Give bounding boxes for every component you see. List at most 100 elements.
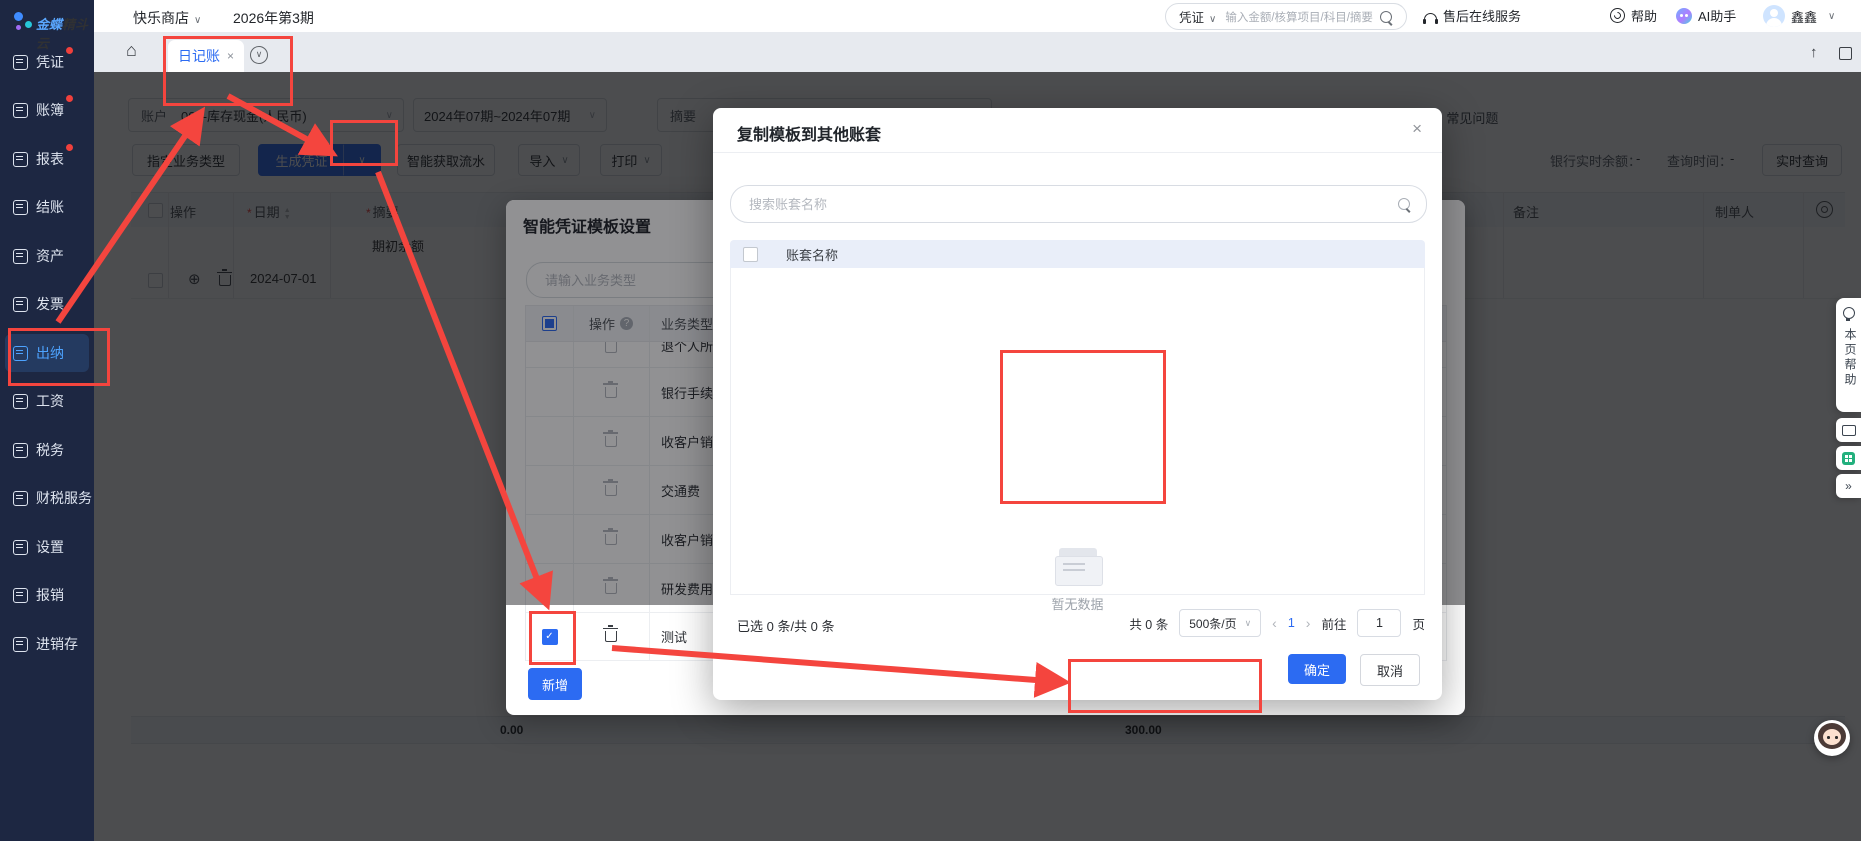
row-checkbox[interactable]: ✓: [542, 629, 558, 645]
logo-dot: [25, 21, 32, 28]
asset-icon: [13, 249, 28, 264]
books-table-header: 账套名称: [730, 240, 1425, 268]
invoice-icon: [13, 297, 28, 312]
sidebar-item-payroll[interactable]: 工资: [0, 382, 94, 420]
modal-header: 复制模板到其他账套 ×: [713, 108, 1442, 153]
closing-icon: [13, 200, 28, 215]
company-switcher[interactable]: 快乐商店∨: [133, 8, 201, 28]
collapse-rail-button[interactable]: »: [1836, 474, 1861, 498]
inventory-icon: [13, 637, 28, 652]
book-search-box[interactable]: [730, 185, 1427, 223]
sidebar-item-voucher[interactable]: 凭证: [0, 43, 94, 81]
sidebar-item-closing[interactable]: 结账: [0, 188, 94, 226]
payroll-icon: [13, 394, 28, 409]
books-table-body: 暂无数据: [730, 268, 1425, 595]
chevrons-right-icon: »: [1845, 479, 1852, 493]
assistant-avatar[interactable]: [1814, 720, 1850, 756]
top-header: 快乐商店∨ 2026年第3期 凭证∨ 输入金额/核算项目/科目/摘要 售后在线服…: [94, 0, 1861, 32]
feedback-chat-button[interactable]: [1836, 418, 1861, 442]
notification-dot: [66, 95, 73, 102]
pagination-bar: 已选 0 条/共 0 条 共 0 条 500条/页∨ ‹ 1 › 前往 页: [713, 610, 1442, 636]
calculator-button[interactable]: [1836, 446, 1861, 470]
chat-icon: [1842, 425, 1856, 436]
reimburse-icon: [13, 588, 28, 603]
help-button[interactable]: 帮助: [1610, 6, 1657, 25]
delete-icon[interactable]: [605, 631, 617, 642]
brand-name: 金蝶: [36, 17, 62, 32]
search-icon: [1398, 198, 1410, 210]
notification-dot: [66, 47, 73, 54]
sidebar-item-asset[interactable]: 资产: [0, 237, 94, 275]
current-page[interactable]: 1: [1288, 616, 1295, 630]
logo-dot: [14, 12, 23, 21]
global-search-placeholder: 输入金额/核算项目/科目/摘要: [1225, 9, 1373, 25]
tax-icon: [13, 443, 28, 458]
goto-page-input[interactable]: [1357, 609, 1401, 637]
app-window: 账户 001-库存现金(人民币) ∨ 2024年07期~2024年07期 ∨ 摘…: [0, 0, 1861, 841]
sidebar-item-cashier[interactable]: 出纳: [0, 334, 94, 372]
selected-count: 已选 0 条/共 0 条: [737, 616, 835, 635]
modal-title: 复制模板到其他账套: [737, 121, 881, 145]
chevron-down-icon: ∨: [1245, 618, 1252, 629]
select-all-checkbox[interactable]: [743, 247, 758, 262]
empty-state-icon: [1055, 548, 1101, 586]
global-search[interactable]: 凭证∨ 输入金额/核算项目/科目/摘要: [1165, 3, 1407, 30]
search-scope-select[interactable]: 凭证∨: [1179, 7, 1216, 26]
notification-dot: [66, 144, 73, 151]
sidebar-item-report[interactable]: 报表: [0, 140, 94, 178]
total-count: 共 0 条: [1129, 614, 1168, 633]
report-icon: [13, 152, 28, 167]
close-icon[interactable]: ×: [1412, 119, 1422, 139]
online-service-button[interactable]: 售后在线服务: [1424, 6, 1521, 25]
home-icon[interactable]: ⌂: [126, 40, 137, 61]
goto-label: 前往: [1321, 614, 1346, 633]
cashier-icon: [13, 346, 28, 361]
divider: [573, 613, 574, 660]
page-unit: 页: [1412, 614, 1425, 633]
book-search-input[interactable]: [747, 196, 1426, 213]
ai-assistant-button[interactable]: AI助手: [1676, 6, 1736, 25]
tab-list-dropdown-icon[interactable]: ∨: [250, 46, 268, 64]
cancel-button[interactable]: 取消: [1360, 654, 1420, 686]
prev-page-icon[interactable]: ‹: [1272, 615, 1277, 631]
app-logo: 金蝶精斗云: [6, 8, 94, 36]
finance-service-icon: [13, 491, 28, 506]
confirm-button[interactable]: 确定: [1288, 654, 1346, 684]
sidebar-item-tax[interactable]: 税务: [0, 431, 94, 469]
user-menu[interactable]: 鑫鑫∨: [1763, 5, 1835, 27]
add-template-button[interactable]: 新增: [528, 668, 582, 700]
settings-gear-icon: [13, 540, 28, 555]
calculator-grid-icon: [1842, 452, 1855, 465]
sidebar-item-ledger[interactable]: 账簿: [0, 91, 94, 129]
col-account-name: 账套名称: [786, 245, 838, 264]
scroll-top-icon[interactable]: ↑: [1810, 44, 1818, 61]
bulb-icon: [1843, 307, 1855, 319]
avatar: [1763, 5, 1785, 27]
logo-dot: [16, 25, 21, 30]
tab-bar: ⌂ 日记账 × ∨ ↑: [94, 32, 1861, 72]
tab-journal[interactable]: 日记账 ×: [168, 40, 244, 72]
sidebar-item-invoice[interactable]: 发票: [0, 285, 94, 323]
next-page-icon[interactable]: ›: [1306, 615, 1311, 631]
sidebar-item-inventory[interactable]: 进销存: [0, 625, 94, 663]
sidebar-item-settings[interactable]: 设置: [0, 528, 94, 566]
chevron-down-icon: ∨: [194, 15, 201, 26]
chevron-down-icon: ∨: [1828, 11, 1835, 22]
close-icon[interactable]: ×: [227, 49, 234, 63]
sidebar: 金蝶精斗云 凭证 账簿 报表 结账 资产 发票 出纳 工资 税务 财税服务 设置…: [0, 0, 94, 841]
fullscreen-icon[interactable]: [1839, 47, 1852, 60]
sidebar-item-finance-tax-service[interactable]: 财税服务: [0, 479, 94, 517]
sidebar-item-reimburse[interactable]: 报销: [0, 576, 94, 614]
fiscal-period: 2026年第3期: [233, 8, 314, 28]
search-icon: [1380, 11, 1392, 23]
help-compass-icon: [1610, 8, 1625, 23]
tab-label: 日记账: [178, 46, 220, 66]
page-size-select[interactable]: 500条/页∨: [1179, 609, 1261, 637]
voucher-icon: [13, 55, 28, 70]
ledger-icon: [13, 103, 28, 118]
help-rail[interactable]: 本页帮助: [1836, 298, 1861, 412]
page-help-label[interactable]: 本页帮助: [1842, 328, 1859, 388]
copy-to-books-modal: 复制模板到其他账套 × 账套名称 暂无数据 已选 0 条/共 0 条 共 0 条…: [713, 108, 1442, 700]
chevron-down-icon: ∨: [1209, 14, 1216, 25]
headset-icon: [1424, 13, 1437, 21]
